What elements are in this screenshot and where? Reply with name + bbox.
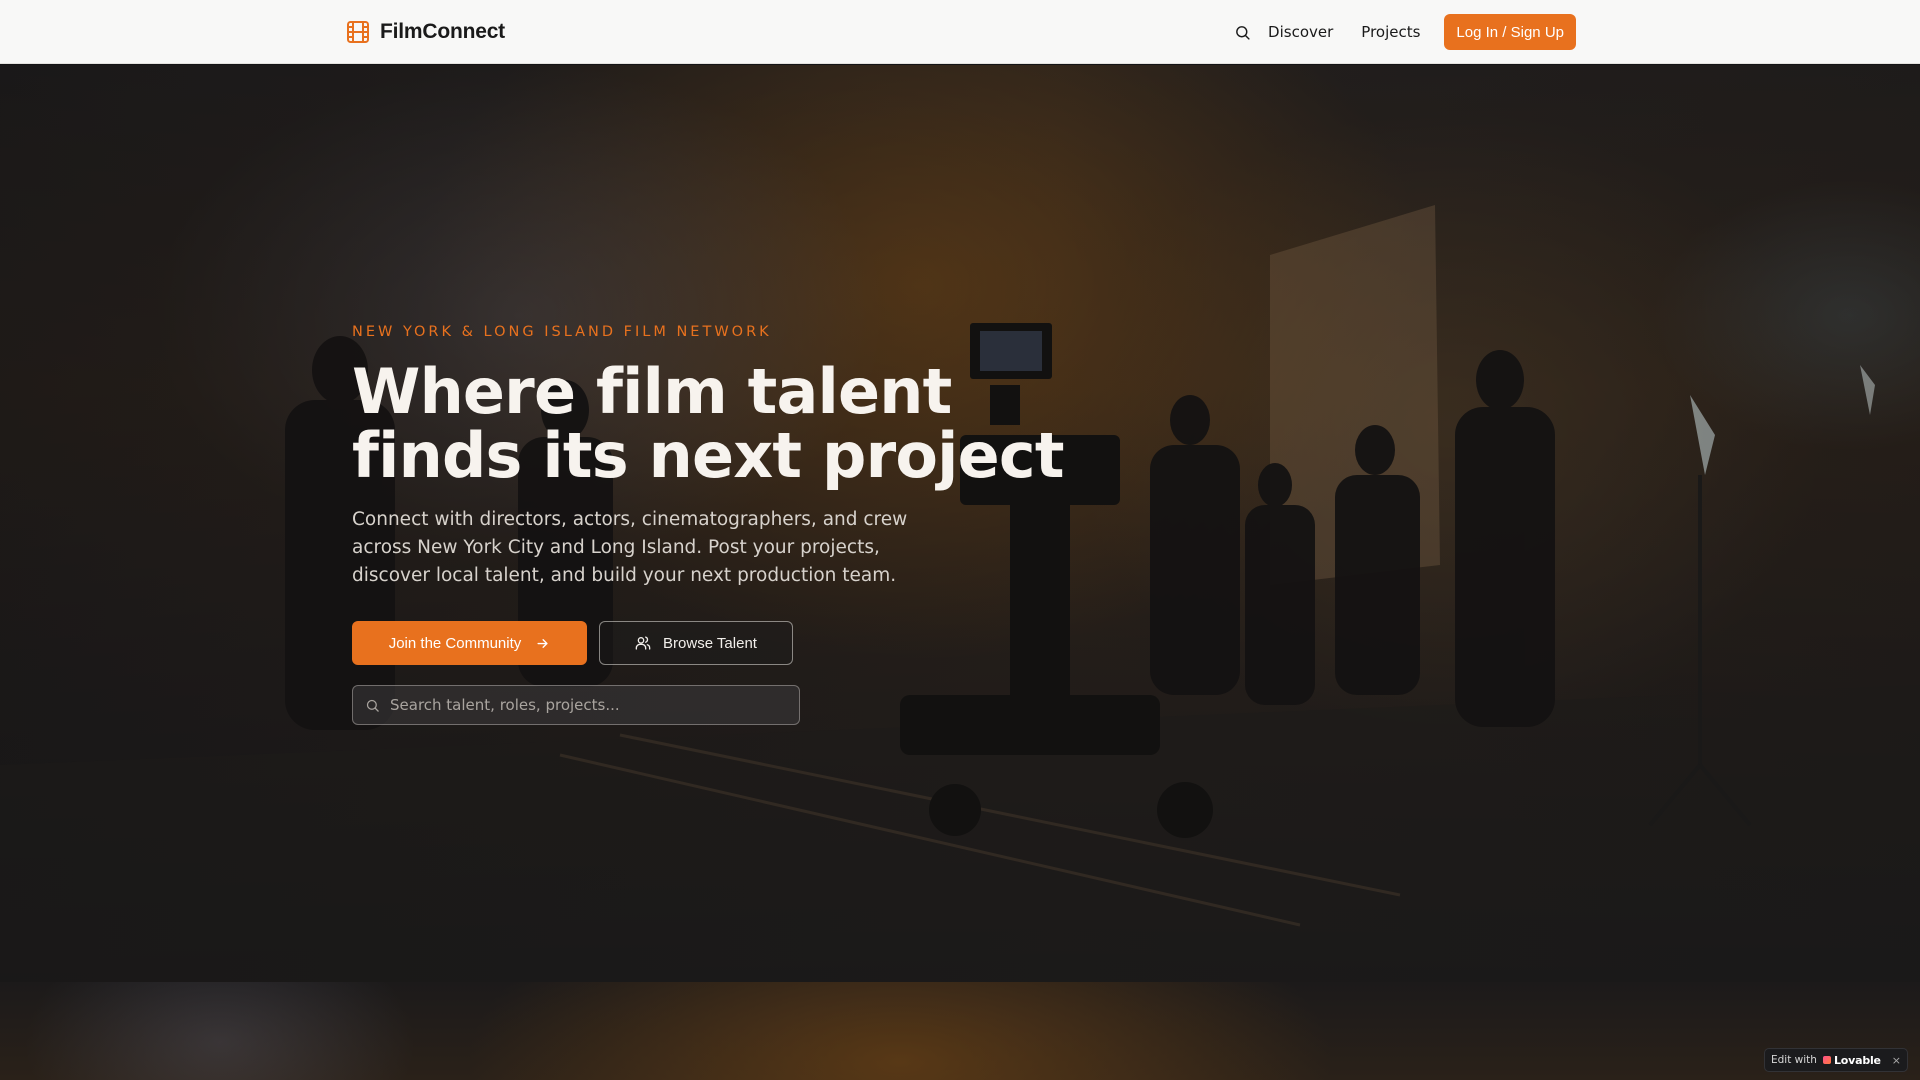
users-icon: [635, 636, 651, 650]
search-button[interactable]: [1228, 18, 1256, 46]
edit-with-lovable-badge[interactable]: Edit with Lovable ×: [1764, 1048, 1908, 1072]
brand-link[interactable]: FilmConnect: [346, 20, 505, 44]
search-icon: [366, 699, 379, 712]
join-community-button[interactable]: Join the Community: [352, 621, 587, 665]
hero-actions: Join the Community Browse Talent: [352, 621, 793, 665]
hero-section: NEW YORK & LONG ISLAND FILM NETWORK Wher…: [0, 65, 1920, 982]
browse-talent-label: Browse Talent: [663, 634, 757, 652]
search-icon: [1235, 25, 1250, 40]
next-section-preview: [0, 982, 1920, 1080]
nav-discover[interactable]: Discover: [1268, 23, 1333, 41]
join-community-label: Join the Community: [388, 634, 522, 652]
nav-projects[interactable]: Projects: [1361, 23, 1420, 41]
close-icon[interactable]: ×: [1892, 1054, 1901, 1067]
hero-eyebrow: NEW YORK & LONG ISLAND FILM NETWORK: [352, 324, 772, 340]
brand-name: FilmConnect: [380, 20, 505, 43]
arrow-right-icon: [537, 638, 548, 648]
login-signup-button[interactable]: Log In / Sign Up: [1444, 14, 1576, 50]
lovable-brand: Lovable: [1833, 1053, 1881, 1067]
top-nav-bar: FilmConnect Discover Projects Log In / S…: [0, 0, 1920, 64]
hero-search-input[interactable]: [390, 696, 780, 714]
headline-line-2: finds its next project: [352, 419, 1064, 492]
film-set-background-image: [0, 205, 1920, 982]
hero-headline: Where film talent finds its next project: [352, 360, 1132, 488]
heart-icon: [1822, 1056, 1831, 1064]
hero-description: Connect with directors, actors, cinemato…: [352, 509, 908, 586]
main-nav: Discover Projects Log In / Sign Up: [1228, 14, 1576, 50]
hero-search-box[interactable]: [352, 685, 800, 725]
browse-talent-button[interactable]: Browse Talent: [599, 621, 793, 665]
headline-line-1: Where film talent: [352, 355, 952, 428]
lovable-logo: Lovable: [1822, 1053, 1881, 1067]
film-icon: [347, 21, 369, 43]
badge-prefix: Edit with: [1771, 1054, 1817, 1066]
